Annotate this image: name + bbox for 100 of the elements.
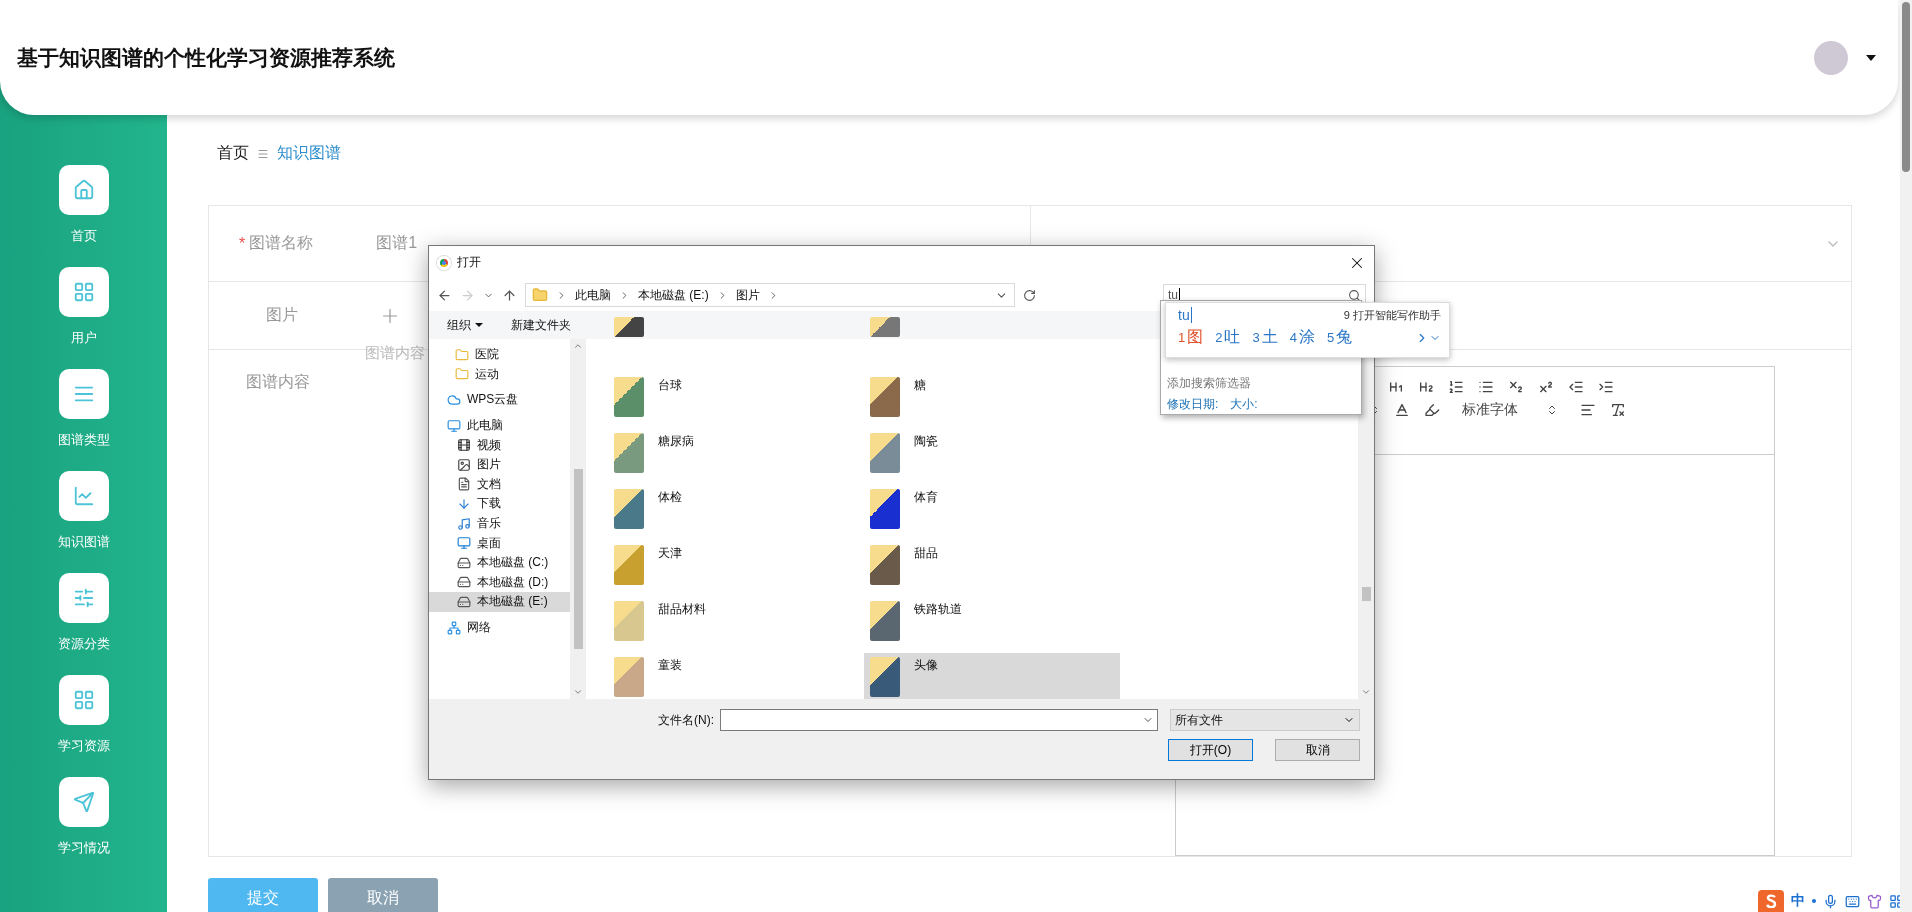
dialog-button[interactable]: 打开(O): [1168, 739, 1253, 761]
paper-plane-icon: [72, 791, 95, 813]
caret-icon[interactable]: [1866, 54, 1876, 61]
field-label: 图片: [265, 305, 299, 325]
text-color-icon[interactable]: [1393, 402, 1410, 418]
ime-mode[interactable]: 中: [1791, 892, 1805, 910]
nav-item[interactable]: 桌面: [429, 533, 570, 553]
folder-icon: [614, 433, 644, 473]
keyboard-icon[interactable]: [1845, 893, 1860, 909]
clear-format-icon[interactable]: [1609, 402, 1626, 418]
ime-candidate[interactable]: 5兔: [1326, 327, 1353, 348]
up-icon[interactable]: [502, 287, 517, 303]
nav-tile[interactable]: [58, 675, 109, 725]
scrollbar-thumb[interactable]: [1361, 587, 1371, 601]
punctuation-icon[interactable]: [1812, 899, 1816, 903]
toolbar-button[interactable]: 组织: [447, 316, 483, 334]
mic-icon[interactable]: [1823, 893, 1838, 909]
drive-icon: [457, 594, 471, 609]
nav-tile[interactable]: [58, 471, 109, 521]
folder-icon: [614, 317, 644, 337]
address-bar[interactable]: 此电脑 本地磁盘 (E:) 图片: [525, 283, 1015, 307]
folder-item[interactable]: 甜品: [864, 541, 1120, 587]
ime-candidate[interactable]: 2吐: [1215, 327, 1241, 348]
scrollbar-thumb[interactable]: [573, 469, 583, 649]
nav-item[interactable]: 图片: [429, 454, 570, 475]
font-select[interactable]: 标准字体: [1461, 401, 1558, 419]
back-icon[interactable]: [437, 287, 452, 303]
refresh-icon[interactable]: [1023, 288, 1036, 302]
app-title: 基于知识图谱的个性化学习资源推荐系统: [17, 44, 396, 71]
folder-item[interactable]: 头像: [864, 653, 1120, 699]
nav-tile[interactable]: [58, 165, 109, 215]
breadcrumb-link[interactable]: 知识图谱: [277, 143, 341, 164]
nav-item[interactable]: 运动: [429, 364, 570, 385]
folder-item[interactable]: 童装: [608, 653, 864, 699]
outdent-icon[interactable]: [1567, 379, 1584, 395]
toolbar-button[interactable]: 新建文件夹: [511, 316, 571, 334]
align-left-icon[interactable]: [1579, 402, 1596, 418]
folder-icon: [455, 347, 469, 362]
folder-item[interactable]: 天津: [608, 541, 864, 587]
sliders-icon: [72, 587, 95, 609]
nav-tile[interactable]: [58, 267, 109, 317]
scroll-down-icon[interactable]: [573, 687, 583, 697]
nav-item[interactable]: 本地磁盘 (C:): [429, 552, 570, 573]
scrollbar-thumb[interactable]: [1902, 2, 1910, 172]
folder-item[interactable]: 铁路轨道: [864, 597, 1120, 643]
nav-item[interactable]: WPS云盘: [429, 390, 570, 410]
highlight-icon[interactable]: [1423, 402, 1440, 418]
path-segment[interactable]: 本地磁盘 (E:): [638, 286, 709, 304]
folder-item[interactable]: 糖: [864, 373, 1120, 419]
film-icon: [457, 438, 471, 453]
scrollbar[interactable]: [1900, 0, 1912, 912]
scroll-up-icon[interactable]: [573, 341, 583, 351]
folder-item[interactable]: 陶瓷: [864, 429, 1120, 475]
heading-two-icon[interactable]: [1417, 379, 1434, 395]
nav-item[interactable]: 文档: [429, 474, 570, 495]
nav-item[interactable]: 医院: [429, 345, 570, 365]
nav-tile[interactable]: [58, 573, 109, 623]
breadcrumb-link[interactable]: 首页: [217, 143, 249, 164]
ime-logo-icon[interactable]: [1758, 890, 1784, 912]
ime-candidate[interactable]: 3 土: [1252, 327, 1278, 348]
folder-item[interactable]: 台球: [608, 373, 864, 419]
nav-tile[interactable]: [58, 369, 109, 419]
nav-item[interactable]: 此电脑: [429, 415, 570, 436]
folder-icon: [614, 545, 644, 585]
nav-item[interactable]: 视频: [429, 435, 570, 455]
heading-one-icon[interactable]: [1387, 379, 1404, 395]
nav-item[interactable]: 网络: [429, 617, 570, 638]
nav-item[interactable]: 本地磁盘 (D:): [429, 572, 570, 593]
path-segment[interactable]: 此电脑: [575, 286, 611, 304]
superscript-icon[interactable]: [1537, 379, 1554, 395]
folder-item[interactable]: 甜品材料: [608, 597, 864, 643]
subscript-icon[interactable]: [1507, 379, 1524, 395]
required-mark: *: [239, 234, 246, 253]
ime-composition: tu: [1178, 307, 1192, 323]
nav-item[interactable]: 本地磁盘 (E:): [429, 592, 570, 612]
ordered-list-icon[interactable]: [1447, 379, 1464, 395]
filename-field[interactable]: [720, 709, 1158, 731]
nav-tile[interactable]: [58, 777, 109, 827]
bullet-list-icon[interactable]: [1477, 379, 1494, 395]
folder-icon: [614, 377, 644, 417]
shirt-icon[interactable]: [1867, 893, 1882, 909]
dialog-button[interactable]: 取消: [1275, 739, 1360, 761]
indent-icon[interactable]: [1597, 379, 1614, 395]
nav-item[interactable]: 音乐: [429, 513, 570, 534]
path-segment[interactable]: 图片: [735, 286, 760, 304]
grid-icon: [72, 281, 95, 303]
home-icon: [72, 179, 95, 201]
folder-item[interactable]: 体检: [608, 485, 864, 531]
ime-candidate[interactable]: 4涂: [1289, 327, 1315, 348]
line-chart-icon: [72, 485, 95, 507]
nav-item[interactable]: 下载: [429, 494, 570, 514]
filter-link[interactable]: 大小:: [1230, 396, 1258, 413]
scrollbar[interactable]: [570, 339, 586, 699]
filetype-select[interactable]: 所有文件: [1170, 709, 1360, 731]
folder-icon: [614, 601, 644, 641]
ime-assistant-link[interactable]: 9 打开智能写作助手: [1343, 307, 1441, 323]
ime-candidate[interactable]: 1 图: [1178, 327, 1204, 348]
scroll-down-icon[interactable]: [1361, 687, 1371, 697]
folder-item[interactable]: 体育: [864, 485, 1120, 531]
folder-item[interactable]: 糖尿病: [608, 429, 864, 475]
